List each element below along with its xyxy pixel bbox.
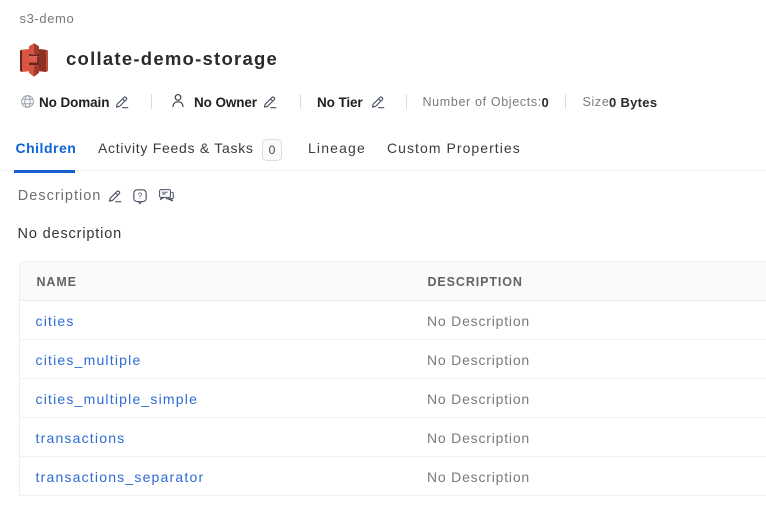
svg-text:?: ?	[137, 190, 142, 200]
